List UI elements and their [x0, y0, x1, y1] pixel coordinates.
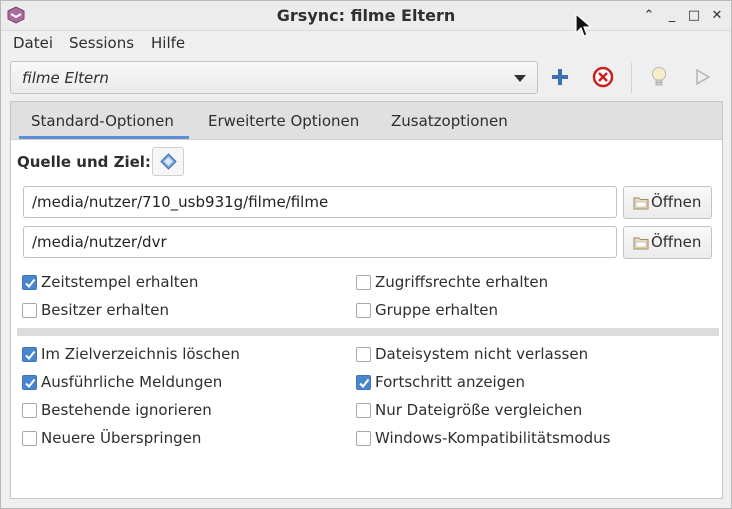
- options-separator: [17, 328, 719, 336]
- open-destination-button[interactable]: Öffnen: [623, 226, 712, 259]
- delete-session-icon[interactable]: [590, 64, 616, 90]
- window-title: Grsync: filme Eltern: [276, 6, 456, 25]
- label-delete-on-destination: Im Zielverzeichnis löschen: [41, 345, 240, 363]
- swap-paths-button[interactable]: [152, 147, 184, 176]
- checkbox-verbose[interactable]: [22, 375, 37, 390]
- checkbox-one-file-system[interactable]: [356, 347, 371, 362]
- checkbox-delete-on-destination[interactable]: [22, 347, 37, 362]
- label-windows-compat: Windows-Kompatibilitätsmodus: [375, 429, 611, 447]
- active-tab-indicator: [19, 136, 189, 139]
- checkbox-size-only[interactable]: [356, 403, 371, 418]
- title-bar[interactable]: Grsync: filme Eltern ⌃ _ □ ✕: [1, 1, 731, 31]
- destination-path-input[interactable]: /media/nutzer/dvr: [23, 226, 617, 258]
- chevron-down-icon: [514, 75, 526, 82]
- checkbox-ignore-existing[interactable]: [22, 403, 37, 418]
- toolbar-separator: [631, 63, 632, 93]
- menu-hilfe[interactable]: Hilfe: [151, 34, 185, 52]
- label-preserve-times: Zeitstempel erhalten: [41, 273, 199, 291]
- source-destination-label: Quelle und Ziel:: [17, 153, 151, 171]
- checkbox-skip-newer[interactable]: [22, 431, 37, 446]
- label-preserve-permissions: Zugriffsrechte erhalten: [375, 273, 549, 291]
- label-show-progress: Fortschritt anzeigen: [375, 373, 525, 391]
- play-icon[interactable]: [689, 64, 715, 90]
- window-close-icon[interactable]: ✕: [707, 6, 727, 26]
- lightbulb-icon[interactable]: [646, 64, 672, 90]
- folder-icon: [633, 197, 649, 210]
- tab-extra-options[interactable]: Zusatzoptionen: [391, 112, 508, 130]
- window-shade-icon[interactable]: ⌃: [639, 6, 659, 26]
- tab-advanced-options[interactable]: Erweiterte Optionen: [208, 112, 359, 130]
- swap-diamond-icon: [160, 153, 177, 170]
- open-destination-label: Öffnen: [651, 233, 702, 251]
- grsync-window: Grsync: filme Eltern ⌃ _ □ ✕ Datei Sessi…: [0, 0, 732, 509]
- label-skip-newer: Neuere Überspringen: [41, 429, 202, 447]
- checkbox-preserve-group[interactable]: [356, 303, 371, 318]
- add-session-icon[interactable]: [547, 64, 573, 90]
- session-select[interactable]: filme Eltern: [10, 61, 538, 94]
- label-preserve-group: Gruppe erhalten: [375, 301, 498, 319]
- tab-standard-options[interactable]: Standard-Optionen: [31, 112, 174, 130]
- label-ignore-existing: Bestehende ignorieren: [41, 401, 212, 419]
- checkbox-preserve-times[interactable]: [22, 275, 37, 290]
- menubar: Datei Sessions Hilfe: [1, 31, 731, 55]
- checkbox-windows-compat[interactable]: [356, 431, 371, 446]
- checkbox-preserve-owner[interactable]: [22, 303, 37, 318]
- checkbox-show-progress[interactable]: [356, 375, 371, 390]
- tab-bar: Standard-Optionen Erweiterte Optionen Zu…: [11, 102, 722, 140]
- destination-path-value: /media/nutzer/dvr: [32, 233, 167, 251]
- window-maximize-icon[interactable]: □: [684, 6, 704, 26]
- source-path-input[interactable]: /media/nutzer/710_usb931g/filme/filme: [23, 186, 617, 218]
- folder-icon: [633, 237, 649, 250]
- label-preserve-owner: Besitzer erhalten: [41, 301, 170, 319]
- open-source-label: Öffnen: [651, 193, 702, 211]
- label-size-only: Nur Dateigröße vergleichen: [375, 401, 583, 419]
- checkbox-preserve-permissions[interactable]: [356, 275, 371, 290]
- menu-datei[interactable]: Datei: [13, 34, 53, 52]
- open-source-button[interactable]: Öffnen: [623, 186, 712, 219]
- window-minimize-icon[interactable]: _: [662, 6, 682, 26]
- options-notebook: Standard-Optionen Erweiterte Optionen Zu…: [10, 101, 723, 499]
- source-path-value: /media/nutzer/710_usb931g/filme/filme: [32, 193, 329, 211]
- session-selected-value: filme Eltern: [22, 69, 109, 87]
- label-verbose: Ausführliche Meldungen: [41, 373, 223, 391]
- label-one-file-system: Dateisystem nicht verlassen: [375, 345, 589, 363]
- menu-sessions[interactable]: Sessions: [69, 34, 134, 52]
